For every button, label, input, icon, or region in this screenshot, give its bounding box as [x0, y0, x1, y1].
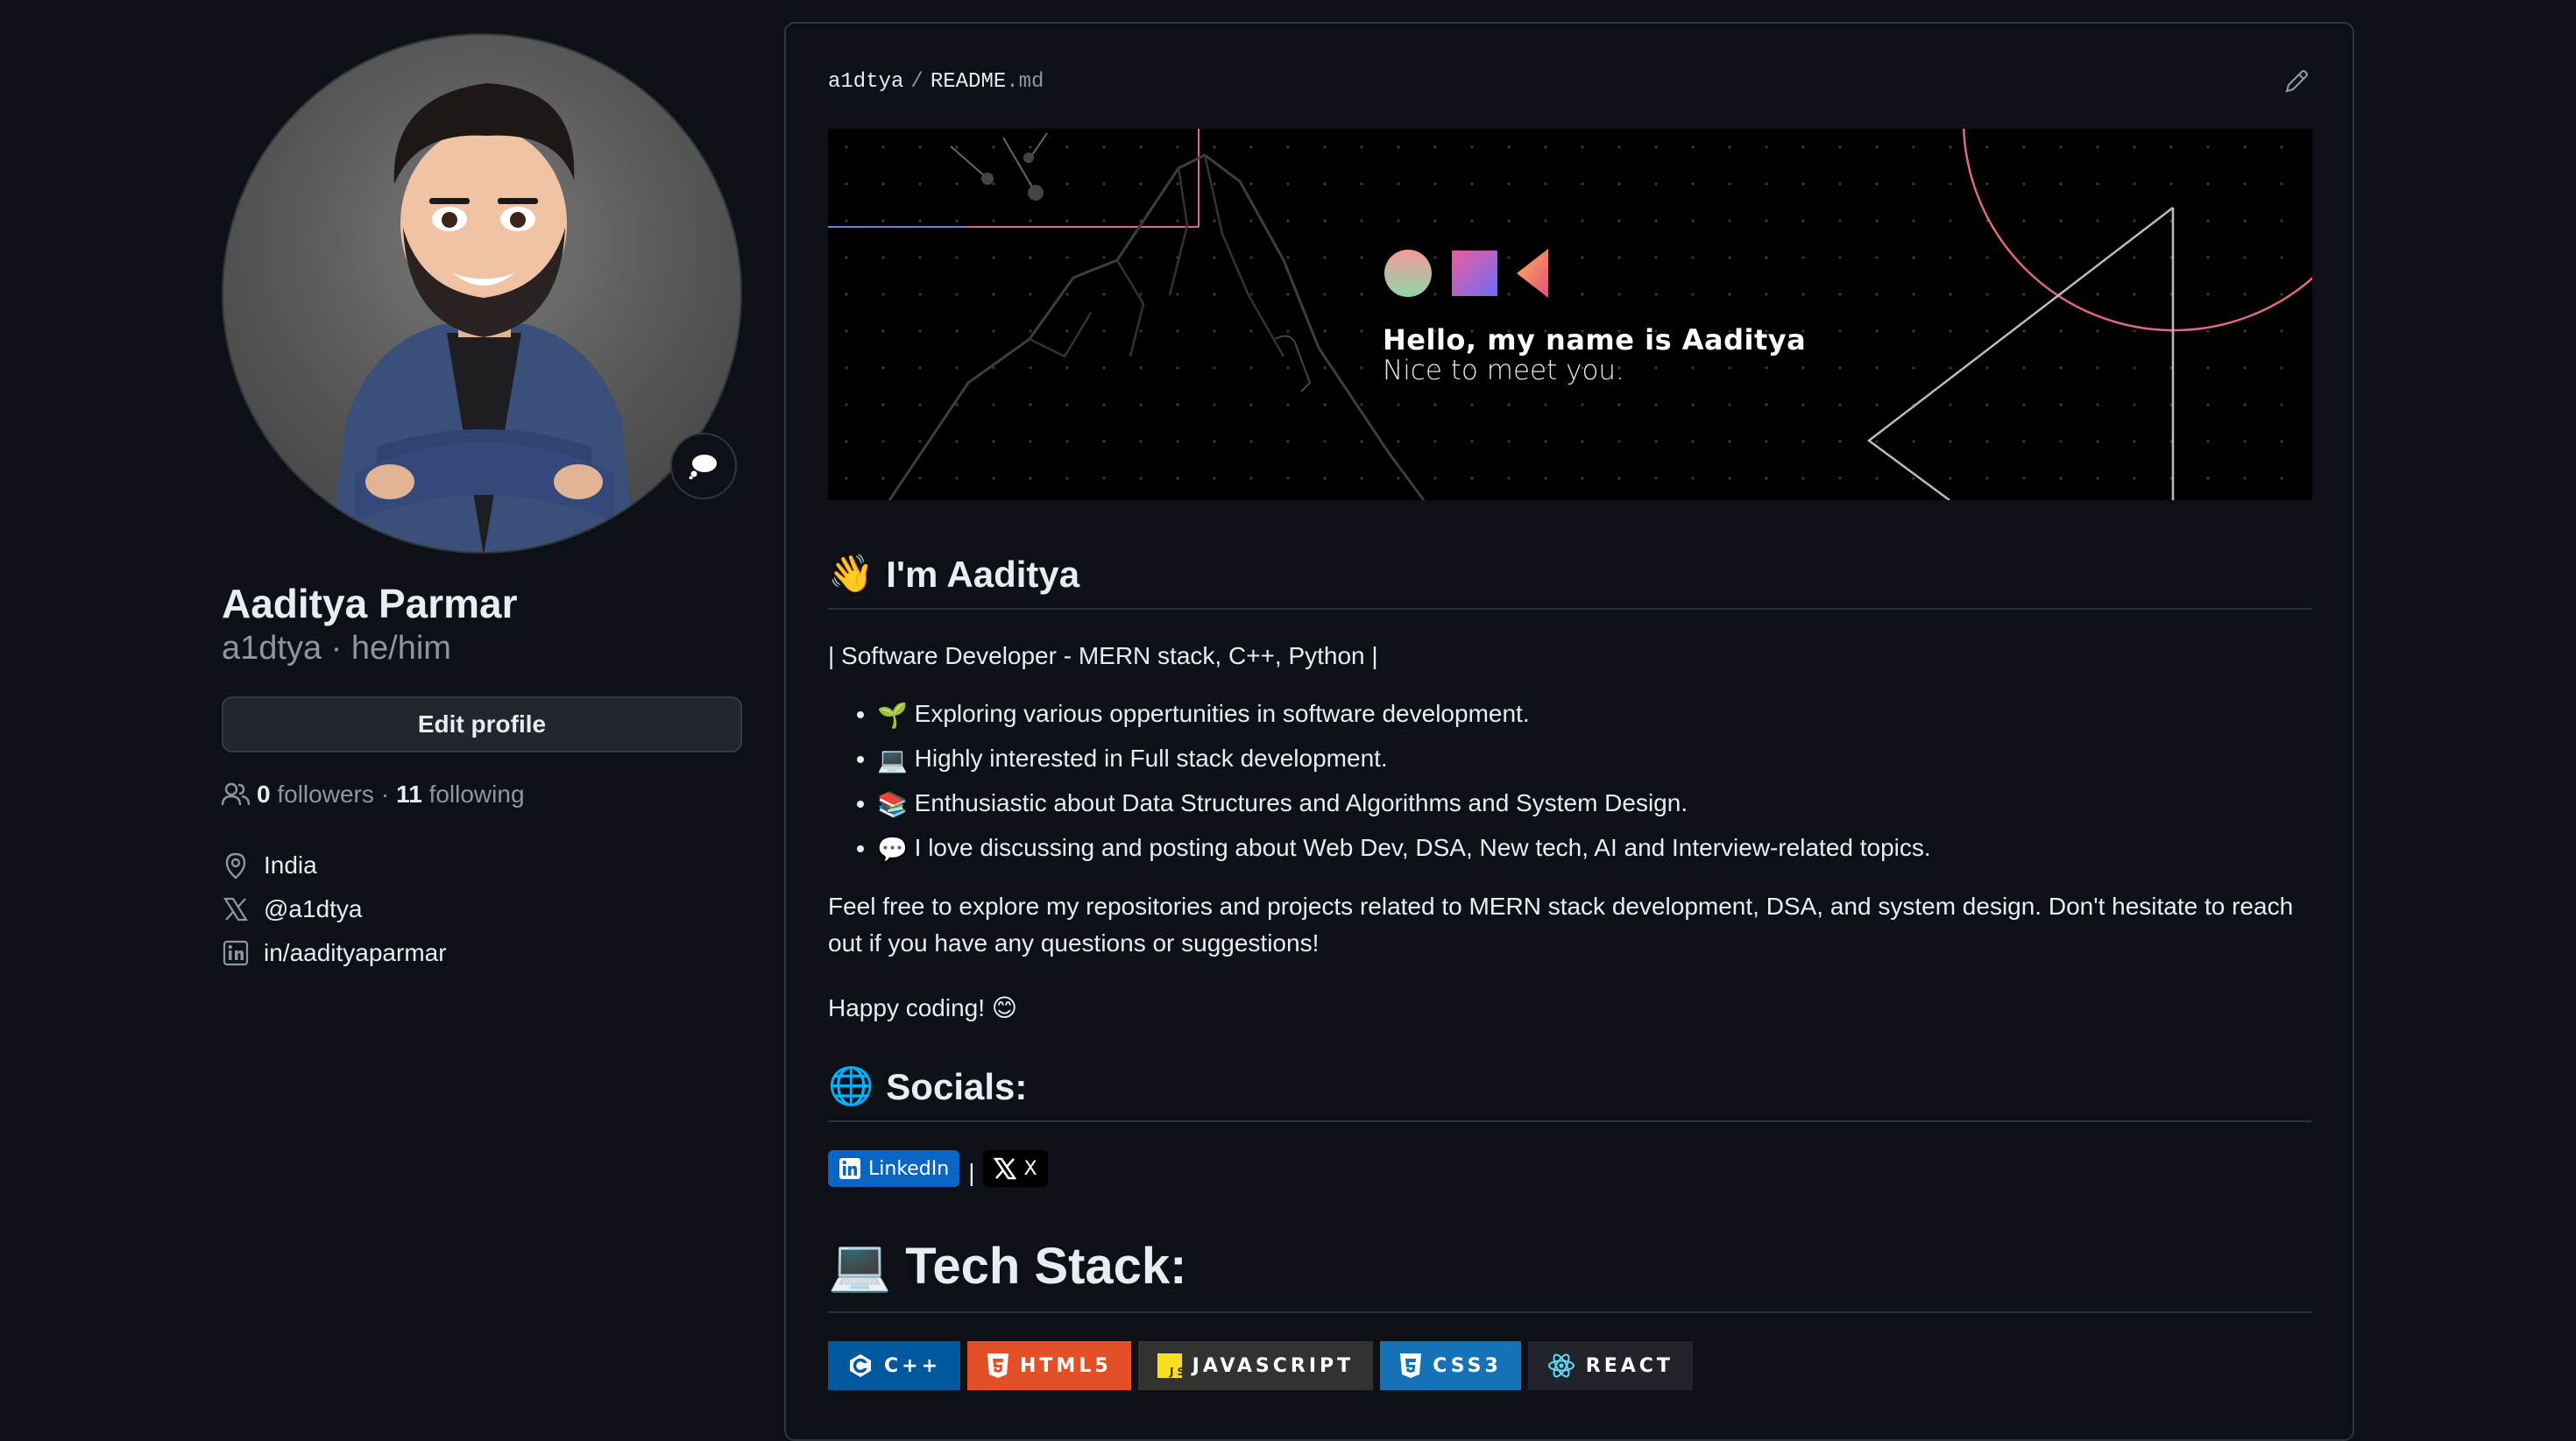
waving-hand-icon: 👋 [828, 553, 874, 594]
profile-username-pronouns: a1dtya · he/him [222, 630, 451, 668]
profile-details: India @a1dtya in/aadityaparmar [222, 844, 742, 975]
x-logo-icon [994, 1158, 1017, 1180]
location-item: India [222, 844, 742, 887]
follow-stats: 0 followers · 11 following [222, 781, 742, 809]
edit-profile-button[interactable]: Edit profile [222, 696, 742, 752]
linkedin-icon [839, 1158, 860, 1180]
css3-badge[interactable]: CSS3 [1380, 1341, 1521, 1391]
people-icon [222, 782, 250, 805]
react-badge-label: REACT [1585, 1354, 1674, 1377]
readme-content: Hello, my name is Aaditya Nice to meet y… [828, 129, 2312, 1391]
tech-stack-heading: 💻 Tech Stack: [828, 1236, 2312, 1314]
banner-title: Hello, my name is Aaditya [1383, 323, 1807, 357]
breadcrumb-separator: / [910, 69, 924, 94]
profile-full-name: Aaditya Parmar [222, 581, 518, 626]
list-item: 📚 Enthusiastic about Data Structures and… [877, 781, 2312, 826]
html5-badge[interactable]: HTML5 [967, 1341, 1131, 1391]
laptop-icon: 💻 [877, 746, 908, 774]
javascript-badge-label: JAVASCRIPT [1192, 1354, 1355, 1377]
tech-stack-heading-text: Tech Stack: [905, 1237, 1187, 1295]
readme-header: a1dtya / README.md [828, 67, 2311, 95]
readme-breadcrumb: a1dtya / README.md [828, 70, 1044, 94]
javascript-logo-icon: JS [1157, 1353, 1182, 1379]
location-pin-icon [225, 852, 246, 879]
banner-subtitle: Nice to meet you. [1383, 355, 1624, 386]
globe-icon: 🌐 [828, 1065, 874, 1107]
readme-banner: Hello, my name is Aaditya Nice to meet y… [828, 129, 2312, 500]
html5-badge-label: HTML5 [1020, 1354, 1112, 1377]
intro-paragraph: Feel free to explore my repositories and… [828, 893, 2294, 957]
avatar[interactable] [222, 33, 742, 554]
tagline: | Software Developer - MERN stack, C++, … [828, 642, 1378, 669]
list-item: 🌱 Exploring various oppertunities in sof… [877, 692, 2312, 737]
linkedin-link[interactable]: in/aadityaparmar [264, 939, 447, 967]
list-item: 💬 I love discussing and posting about We… [877, 826, 2312, 871]
avatar-illustration [329, 83, 635, 552]
laptop-icon: 💻 [828, 1237, 892, 1295]
linkedin-badge-label: LinkedIn [868, 1157, 950, 1180]
readme-extension: .md [1006, 69, 1044, 94]
following-link[interactable]: 11 following [396, 781, 524, 809]
html5-logo-icon [987, 1353, 1009, 1379]
intro-bullet-list: 🌱 Exploring various oppertunities in sof… [828, 692, 2312, 871]
seedling-icon: 🌱 [877, 702, 908, 730]
x-logo-icon [223, 897, 248, 921]
speech-balloon-icon: 💬 [877, 836, 908, 864]
profile-sidebar: Aaditya Parmar a1dtya · he/him Edit prof… [222, 33, 742, 975]
banner-greeting: Hello, my name is Aaditya Nice to meet y… [1383, 323, 1806, 386]
set-status-button[interactable] [670, 433, 737, 499]
thought-bubble-icon [689, 455, 717, 479]
location-text: India [264, 851, 317, 879]
linkedin-badge[interactable]: LinkedIn [828, 1150, 960, 1188]
svg-text:JS: JS [1169, 1366, 1182, 1378]
happy-coding-text: Happy coding! 😊 [828, 994, 1017, 1022]
intro-heading: 👋 I'm Aaditya [828, 553, 2312, 610]
x-badge-label: X [1023, 1157, 1037, 1180]
socials-heading-text: Socials: [886, 1065, 1028, 1107]
social-divider: | [968, 1159, 975, 1187]
banner-artwork [828, 129, 2312, 500]
react-badge[interactable]: REACT [1527, 1341, 1693, 1391]
pencil-icon[interactable] [2282, 67, 2311, 95]
cpp-badge[interactable]: C++ [828, 1341, 961, 1391]
css3-logo-icon [1400, 1353, 1422, 1379]
list-item: 💻 Highly interested in Full stack develo… [877, 737, 2312, 781]
readme-card: a1dtya / README.md Hello, my name is Aad… [784, 22, 2354, 1441]
x-account-item[interactable]: @a1dtya [222, 887, 742, 931]
social-badges: LinkedIn | X [828, 1150, 2312, 1188]
intro-heading-text: I'm Aaditya [886, 553, 1080, 595]
books-icon: 📚 [877, 791, 908, 819]
cpp-badge-label: C++ [884, 1354, 942, 1377]
socials-heading: 🌐 Socials: [828, 1065, 2312, 1123]
linkedin-item[interactable]: in/aadityaparmar [222, 931, 742, 975]
readme-filename[interactable]: README [931, 70, 1006, 94]
tech-badges: C++ HTML5 JS JAVASCRIPT [828, 1341, 2312, 1391]
react-logo-icon [1547, 1354, 1575, 1378]
cpp-logo-icon [850, 1354, 871, 1378]
css3-badge-label: CSS3 [1433, 1354, 1502, 1377]
x-handle-link[interactable]: @a1dtya [264, 895, 363, 923]
avatar-container [222, 33, 742, 554]
followers-link[interactable]: 0 followers [257, 781, 374, 809]
separator-dot: · [380, 780, 390, 808]
javascript-badge[interactable]: JS JAVASCRIPT [1137, 1341, 1374, 1391]
x-badge[interactable]: X [983, 1150, 1048, 1188]
linkedin-icon [223, 940, 249, 965]
readme-owner-link[interactable]: a1dtya [828, 70, 903, 94]
